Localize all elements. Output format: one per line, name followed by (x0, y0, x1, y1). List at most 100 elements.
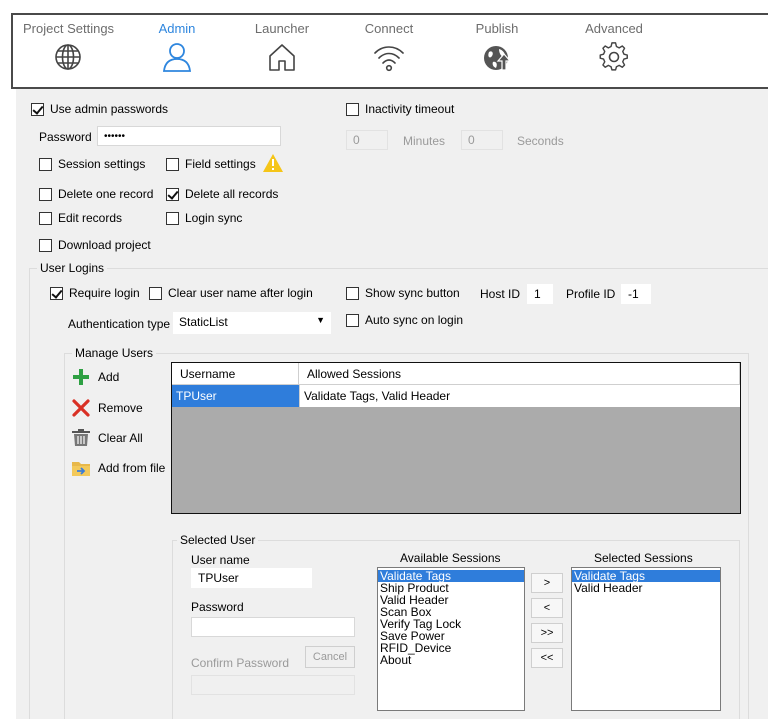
session-settings-checkbox[interactable]: Session settings (39, 157, 145, 171)
tab-label: Publish (475, 21, 519, 36)
checkbox-label: Show sync button (365, 286, 460, 300)
tab-bar: Project Settings Admin Launcher Connect … (11, 13, 768, 89)
host-id-input[interactable]: 1 (527, 284, 553, 304)
seconds-label: Seconds (517, 134, 564, 148)
selected-sessions-list[interactable]: Validate Tags Valid Header (571, 567, 721, 711)
delete-all-records-checkbox[interactable]: Delete all records (166, 187, 278, 201)
confirm-password-label: Confirm Password (191, 656, 290, 670)
admin-password-input[interactable]: •••••• (97, 126, 281, 146)
login-sync-checkbox[interactable]: Login sync (166, 211, 242, 225)
profile-id-input[interactable]: -1 (621, 284, 651, 304)
checkbox-box[interactable] (39, 187, 52, 201)
move-left-button[interactable]: < (531, 598, 563, 618)
warning-icon (263, 154, 283, 172)
tab-label: Launcher (254, 21, 310, 36)
clear-user-name-checkbox[interactable]: Clear user name after login (149, 286, 313, 300)
checkbox-box[interactable] (149, 286, 162, 300)
button-label: Add from file (98, 461, 166, 475)
column-header-username[interactable]: Username (172, 363, 299, 385)
user-name-input[interactable]: TPUser (191, 568, 312, 588)
cancel-button[interactable]: Cancel (305, 646, 355, 668)
checkbox-box[interactable] (50, 286, 63, 300)
gear-icon (599, 42, 628, 71)
globe-icon (55, 44, 81, 70)
list-item[interactable]: About (378, 654, 524, 666)
checkbox-box[interactable] (166, 157, 179, 171)
tab-admin[interactable]: Admin (149, 21, 205, 72)
checkbox-box[interactable] (166, 187, 179, 201)
checkbox-box[interactable] (346, 102, 359, 116)
tab-launcher[interactable]: Launcher (251, 21, 313, 72)
checkbox-label: Require login (69, 286, 140, 300)
password-label: Password (39, 130, 92, 144)
checkbox-label: Inactivity timeout (365, 102, 455, 116)
checkbox-box[interactable] (346, 286, 359, 300)
download-project-checkbox[interactable]: Download project (39, 238, 151, 252)
add-user-button[interactable]: Add (70, 367, 119, 387)
table-row-username-cell[interactable]: TPUser (172, 385, 299, 407)
tab-connect[interactable]: Connect (359, 21, 419, 72)
users-grid[interactable]: Username Allowed Sessions TPUser Validat… (171, 362, 741, 514)
user-password-label: Password (191, 600, 244, 614)
use-admin-passwords-checkbox[interactable]: Use admin passwords (31, 102, 168, 116)
dropdown-value: StaticList (179, 315, 228, 329)
tab-label: Connect (364, 21, 414, 36)
remove-x-icon (70, 398, 92, 418)
auto-sync-checkbox[interactable]: Auto sync on login (346, 313, 463, 327)
wifi-icon (374, 46, 404, 72)
require-login-checkbox[interactable]: Require login (50, 286, 140, 300)
checkbox-label: Download project (58, 238, 151, 252)
inactivity-seconds-input[interactable]: 0 (461, 130, 503, 150)
button-label: Clear All (98, 431, 143, 445)
trash-icon (70, 428, 92, 448)
button-label: Add (98, 370, 120, 384)
available-sessions-label: Available Sessions (400, 551, 501, 565)
table-row-sessions-cell[interactable]: Validate Tags, Valid Header (299, 385, 740, 407)
checkbox-label: Delete one record (58, 187, 154, 201)
delete-one-record-checkbox[interactable]: Delete one record (39, 187, 153, 201)
column-header-allowed-sessions[interactable]: Allowed Sessions (299, 363, 740, 385)
add-from-file-button[interactable]: Add from file (70, 458, 165, 478)
tab-label: Project Settings (23, 21, 115, 36)
checkbox-label: Field settings (185, 157, 256, 171)
inactivity-timeout-checkbox[interactable]: Inactivity timeout (346, 102, 454, 116)
dropdown-arrow-icon[interactable]: ▼ (316, 315, 325, 325)
authentication-type-dropdown[interactable]: StaticList ▼ (173, 312, 331, 334)
user-password-input[interactable] (191, 617, 355, 637)
checkbox-box[interactable] (39, 211, 52, 225)
profile-id-label: Profile ID (566, 287, 616, 301)
user-name-label: User name (191, 553, 250, 567)
checkbox-label: Delete all records (185, 187, 279, 201)
publish-globe-icon (484, 46, 512, 71)
checkbox-box[interactable] (166, 211, 179, 225)
list-item[interactable]: Valid Header (572, 582, 720, 594)
user-logins-label: User Logins (37, 261, 108, 275)
tab-project-settings[interactable]: Project Settings (23, 21, 115, 72)
home-icon (269, 44, 295, 71)
inactivity-minutes-input[interactable]: 0 (346, 130, 388, 150)
field-settings-checkbox[interactable]: Field settings (166, 157, 256, 171)
checkbox-box[interactable] (39, 238, 52, 252)
tab-publish[interactable]: Publish (471, 21, 523, 72)
button-label: Remove (98, 401, 143, 415)
checkbox-box[interactable] (346, 313, 359, 327)
checkbox-box[interactable] (39, 157, 52, 171)
remove-user-button[interactable]: Remove (70, 398, 143, 418)
available-sessions-list[interactable]: Validate Tags Ship Product Valid Header … (377, 567, 525, 711)
checkbox-label: Session settings (58, 157, 146, 171)
clear-all-button[interactable]: Clear All (70, 428, 143, 448)
tab-label: Advanced (585, 21, 643, 36)
move-all-left-button[interactable]: << (531, 648, 563, 668)
move-right-button[interactable]: > (531, 573, 563, 593)
move-all-right-button[interactable]: >> (531, 623, 563, 643)
edit-records-checkbox[interactable]: Edit records (39, 211, 122, 225)
tab-label: Admin (158, 21, 196, 36)
checkbox-label: Use admin passwords (50, 102, 169, 116)
manage-users-label: Manage Users (72, 346, 157, 360)
tab-advanced[interactable]: Advanced (583, 21, 645, 72)
show-sync-button-checkbox[interactable]: Show sync button (346, 286, 460, 300)
checkbox-box[interactable] (31, 102, 44, 116)
import-folder-icon (70, 458, 92, 478)
confirm-password-input[interactable] (191, 675, 355, 695)
selected-sessions-label: Selected Sessions (594, 551, 693, 565)
